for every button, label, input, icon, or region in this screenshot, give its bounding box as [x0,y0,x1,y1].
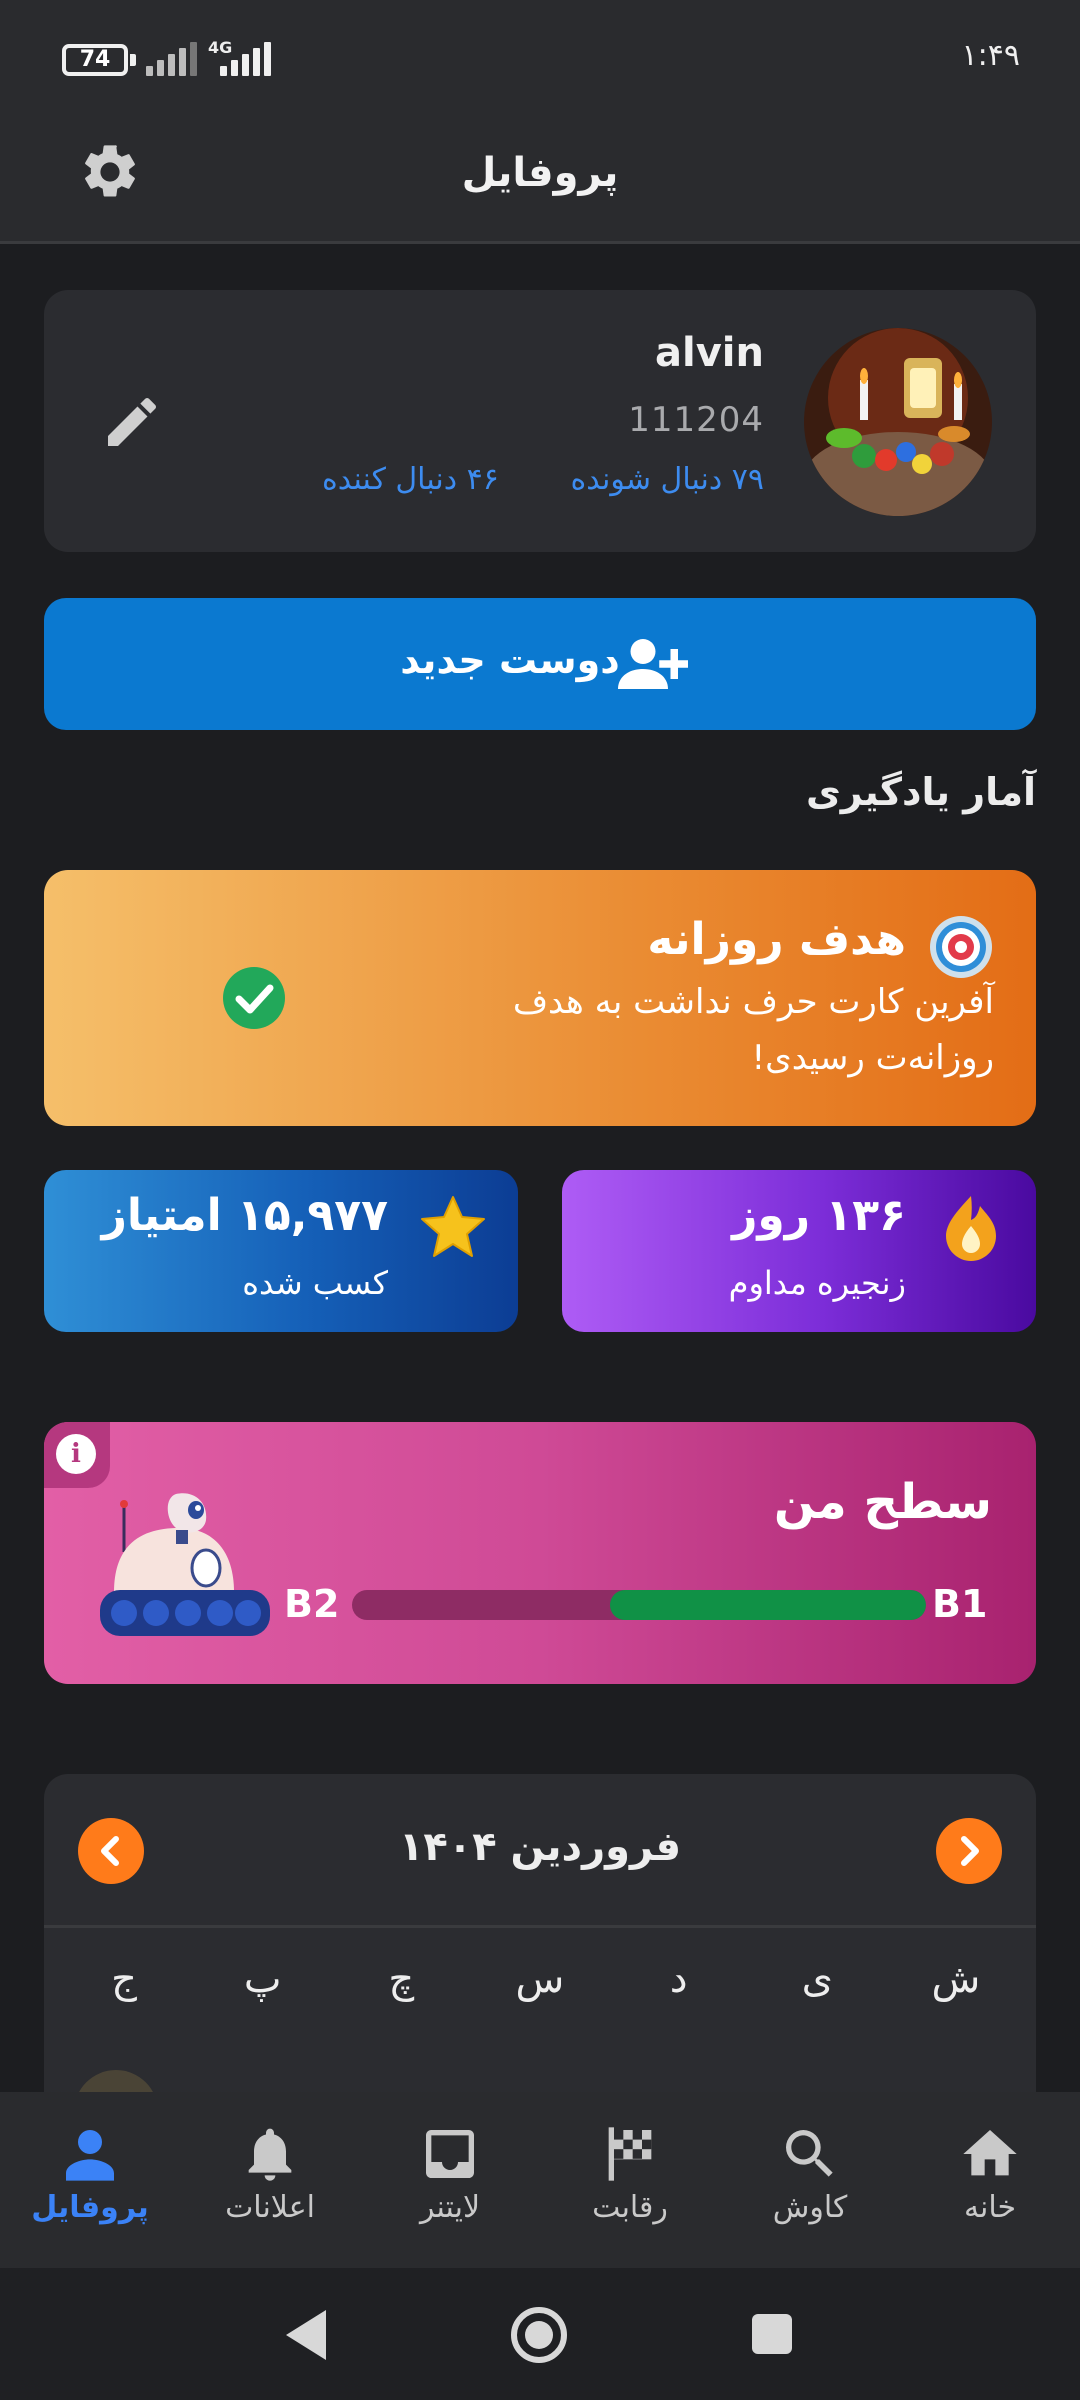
current-level-label: B1 [932,1582,988,1626]
nav-label: پروفایل [31,2190,149,2225]
calendar-month-title: فروردین ۱۴۰۴ [398,1824,682,1870]
daily-goal-title: هدف روزانه [647,914,906,965]
weekday-label: پ [243,1956,282,2002]
star-icon [421,1196,485,1257]
person-icon [66,2130,114,2181]
fire-icon [946,1196,996,1261]
app-header: پروفایل [0,120,1080,244]
level-progress-bar [352,1590,926,1620]
next-level-label: B2 [284,1582,340,1626]
recent-apps-icon[interactable] [752,2314,792,2354]
avatar[interactable] [804,328,992,516]
nav-label: کاوش [772,2190,848,2225]
level-card[interactable]: i سطح من B1 B2 [44,1422,1036,1684]
weekday-label: چ [388,1956,415,2002]
edit-profile-button[interactable] [100,390,164,454]
nav-label: لایتنر [419,2190,481,2225]
weekday-label: د [669,1956,688,2002]
robot-mascot-icon [100,1493,270,1636]
nav-home[interactable]: خانه [900,2092,1080,2268]
status-bar: 74 4G ۱:۴۹ [0,0,1080,120]
pencil-icon [108,397,157,446]
person-add-icon [618,639,688,689]
points-card: ۱۵,۹۷۷ امتیاز کسب شده [44,1170,518,1332]
info-icon: i [56,1434,96,1474]
system-navigation-bar [0,2268,1080,2400]
nav-leitner[interactable]: لایتنر [360,2092,540,2268]
signal-strength-icon [146,40,197,76]
nav-notifications[interactable]: اعلانات [180,2092,360,2268]
page-title: پروفایل [461,150,619,196]
chevron-right-icon [961,1836,979,1866]
nav-profile[interactable]: پروفایل [0,2092,180,2268]
following-count-link[interactable]: ۷۹ دنبال شونده [571,462,764,497]
daily-goal-description: آفرین کارت حرف نداشت به هدف روزانه‌ت رسی… [512,982,994,1078]
nav-label: اعلانات [225,2190,315,2225]
username: alvin [655,330,764,376]
calendar-header: فروردین ۱۴۰۴ [44,1774,1036,1928]
weekday-label: ش [931,1956,981,2002]
followers-count-link[interactable]: ۴۶ دنبال کننده [322,462,499,497]
home-icon [963,2130,1017,2176]
inbox-icon [426,2130,474,2178]
streak-card: ۱۳۶ روز زنجیره مداوم [562,1170,1036,1332]
weekday-label: س [515,1956,565,2002]
points-label: کسب شده [242,1264,388,1302]
nav-explore[interactable]: کاوش [720,2092,900,2268]
weekday-label: ی [801,1956,833,2002]
target-icon [930,916,992,978]
nav-label: خانه [963,2190,1017,2225]
add-friend-label: دوست جدید [400,638,620,682]
level-progress-fill [610,1590,926,1620]
mobile-data-signal-icon [206,40,274,76]
check-circle-icon [223,967,285,1029]
back-icon[interactable] [282,2308,330,2362]
learning-stats-title: آمار یادگیری [805,770,1036,814]
race-flag-icon [608,2127,652,2181]
calendar-next-button[interactable] [936,1818,1002,1884]
user-id: 111204 [628,400,764,440]
battery-indicator: 74 [62,44,128,76]
calendar-weekdays: ش ی د س چ پ ج [64,1956,1016,2026]
daily-goal-card: هدف روزانه آفرین کارت حرف نداشت به هدف ر… [44,870,1036,1126]
bell-icon [248,2128,292,2181]
nav-competition[interactable]: رقابت [540,2092,720,2268]
profile-card: alvin 111204 ۷۹ دنبال شونده ۴۶ دنبال کنن… [44,290,1036,552]
clock: ۱:۴۹ [961,38,1020,73]
bottom-navigation: خانه کاوش رقابت لایتنر اعلانات پروفایل [0,2092,1080,2268]
home-circle-icon[interactable] [510,2306,568,2364]
avatar-image [804,328,992,516]
weekday-label: ج [111,1956,137,2002]
battery-tip [130,54,136,66]
streak-label: زنجیره مداوم [728,1264,906,1302]
nav-label: رقابت [592,2190,668,2225]
search-icon [786,2130,833,2177]
streak-value: ۱۳۶ روز [732,1190,906,1241]
add-friend-button[interactable]: دوست جدید [44,598,1036,730]
level-title: سطح من [773,1474,992,1530]
points-value: ۱۵,۹۷۷ امتیاز [101,1190,388,1241]
